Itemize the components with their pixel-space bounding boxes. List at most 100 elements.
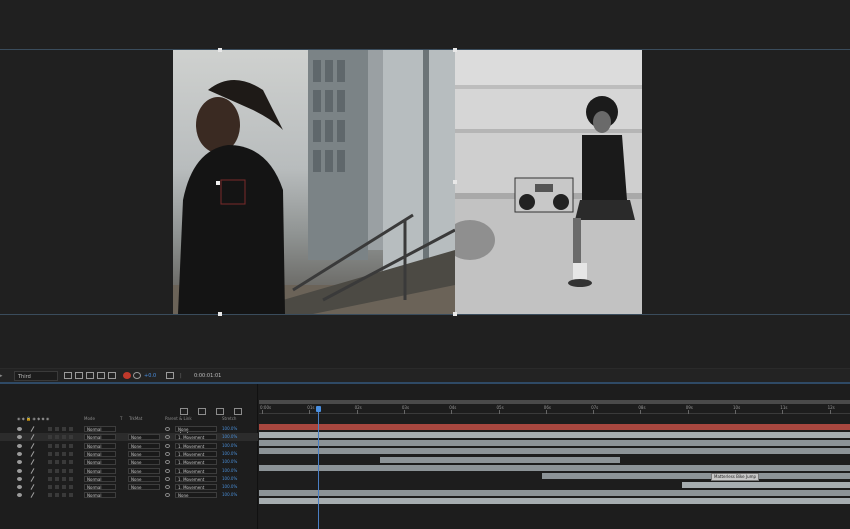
switch-toggle[interactable]	[55, 451, 59, 456]
quality-switch-icon[interactable]	[30, 442, 35, 449]
chevron-left-icon[interactable]: ▸	[0, 371, 3, 381]
switch-toggle[interactable]	[62, 485, 66, 490]
trkmat-column-header[interactable]: TrkMat	[129, 415, 142, 423]
parent-select[interactable]: 1. Movement	[175, 442, 217, 449]
switch-toggle[interactable]	[55, 435, 59, 440]
region-icon[interactable]	[97, 372, 105, 379]
track-matte-select[interactable]: None	[128, 484, 160, 491]
layer-duration-bar[interactable]	[259, 465, 850, 471]
stretch-value[interactable]: 100.0%	[222, 458, 237, 466]
switch-toggle[interactable]	[69, 476, 73, 481]
switch-toggle[interactable]	[62, 460, 66, 465]
blend-mode-select[interactable]: Normal	[84, 484, 116, 491]
switch-toggle[interactable]	[62, 493, 66, 498]
switch-toggle[interactable]	[55, 493, 59, 498]
parent-select[interactable]: None	[175, 426, 217, 432]
parent-pickwhip-icon[interactable]	[165, 427, 170, 431]
timecode-display[interactable]: 0:00:01:01	[194, 371, 221, 381]
quality-switch-icon[interactable]	[30, 426, 35, 432]
switch-toggle[interactable]	[69, 451, 73, 456]
layer-duration-bar[interactable]	[542, 473, 850, 479]
quality-switch-icon[interactable]	[30, 451, 35, 457]
composition-viewer[interactable]	[0, 0, 850, 368]
layer-duration-bar[interactable]	[259, 432, 850, 438]
switch-toggle[interactable]	[55, 468, 59, 473]
switch-toggle[interactable]	[48, 493, 52, 498]
snapshot-icon[interactable]	[166, 372, 174, 379]
transform-handle-top[interactable]	[453, 48, 457, 52]
track-matte-select[interactable]: None	[128, 434, 160, 441]
view-select[interactable]: Third	[14, 371, 58, 381]
parent-select[interactable]: None	[175, 492, 217, 499]
layer-row[interactable]: Normal None 100.0%	[0, 491, 258, 499]
switch-toggle[interactable]	[48, 485, 52, 490]
blend-mode-select[interactable]: Normal	[84, 434, 116, 441]
switch-toggle[interactable]	[48, 460, 52, 465]
switch-toggle[interactable]	[62, 476, 66, 481]
parent-select[interactable]: 1. Movement	[175, 459, 217, 466]
visibility-eye-icon[interactable]	[17, 468, 22, 473]
visibility-eye-icon[interactable]	[17, 427, 22, 431]
switch-toggle[interactable]	[55, 443, 59, 448]
quality-switch-icon[interactable]	[30, 459, 35, 466]
track-matte-select[interactable]: None	[128, 459, 160, 466]
visibility-eye-icon[interactable]	[17, 460, 22, 465]
quality-switch-icon[interactable]	[30, 434, 35, 441]
stretch-value[interactable]: 100.0%	[222, 483, 237, 491]
layer-duration-bar[interactable]	[259, 424, 850, 430]
layer-row[interactable]: Normal None 1. Movement 100.0%	[0, 450, 258, 458]
switch-toggle[interactable]	[69, 485, 73, 490]
transform-handle-top-left[interactable]	[218, 48, 222, 52]
quality-switch-icon[interactable]	[30, 467, 35, 474]
transform-handle-bottom-left[interactable]	[218, 312, 222, 316]
layer-duration-bar[interactable]	[259, 498, 850, 504]
switch-toggle[interactable]	[69, 443, 73, 448]
layer-duration-bar[interactable]	[259, 440, 850, 446]
composition-frame[interactable]	[173, 50, 642, 314]
stretch-value[interactable]: 100.0%	[222, 467, 237, 475]
transparency-icon[interactable]	[108, 372, 116, 379]
fit-icon[interactable]	[64, 372, 72, 379]
layer-row[interactable]: Normal None 100.0%	[0, 425, 258, 433]
switch-toggle[interactable]	[48, 476, 52, 481]
switch-toggle[interactable]	[55, 485, 59, 490]
parent-select[interactable]: 1. Movement	[175, 450, 217, 457]
track-matte-select[interactable]: None	[128, 467, 160, 474]
layer-duration-bar[interactable]	[682, 482, 850, 488]
layer-marker-label[interactable]: Matterless Bike Jump	[711, 473, 760, 481]
stretch-value[interactable]: 100.0%	[222, 425, 237, 433]
parent-select[interactable]: 1. Movement	[175, 434, 217, 441]
exposure-value[interactable]: +0.0	[144, 371, 156, 381]
parent-pickwhip-icon[interactable]	[165, 468, 170, 473]
right-video-layer[interactable]	[455, 50, 642, 314]
exposure-icon[interactable]	[133, 372, 141, 379]
transform-handle-bottom[interactable]	[453, 312, 457, 316]
switch-toggle[interactable]	[62, 468, 66, 473]
visibility-eye-icon[interactable]	[17, 435, 22, 440]
color-wheel-icon[interactable]	[123, 372, 131, 379]
switch-toggle[interactable]	[48, 451, 52, 456]
track-matte-select[interactable]: None	[128, 450, 160, 457]
switch-toggle[interactable]	[48, 443, 52, 448]
parent-pickwhip-icon[interactable]	[165, 435, 170, 440]
parent-pickwhip-icon[interactable]	[165, 476, 170, 481]
switch-toggle[interactable]	[55, 427, 59, 431]
grid-icon[interactable]	[75, 372, 83, 379]
switch-toggle[interactable]	[62, 427, 66, 431]
blend-mode-select[interactable]: Normal	[84, 442, 116, 449]
parent-pickwhip-icon[interactable]	[165, 443, 170, 448]
visibility-eye-icon[interactable]	[17, 493, 22, 498]
switch-toggle[interactable]	[69, 435, 73, 440]
switch-toggle[interactable]	[69, 468, 73, 473]
visibility-eye-icon[interactable]	[17, 485, 22, 490]
layer-duration-bar[interactable]	[380, 457, 620, 463]
switch-toggle[interactable]	[48, 427, 52, 431]
visibility-eye-icon[interactable]	[17, 451, 22, 456]
switch-toggle[interactable]	[48, 468, 52, 473]
layer-row[interactable]: Normal None 1. Movement 100.0%	[0, 458, 258, 466]
timeline-tracks[interactable]: 0:00s 01s 02s 03s 04s 05s 06s 07s 08s 09s 10s 11s 12…	[259, 384, 850, 529]
blend-mode-select[interactable]: Normal	[84, 492, 116, 499]
layer-row[interactable]: Normal None 1. Movement 100.0%	[0, 483, 258, 491]
transform-handle-middle[interactable]	[453, 180, 457, 184]
quality-switch-icon[interactable]	[30, 484, 35, 490]
